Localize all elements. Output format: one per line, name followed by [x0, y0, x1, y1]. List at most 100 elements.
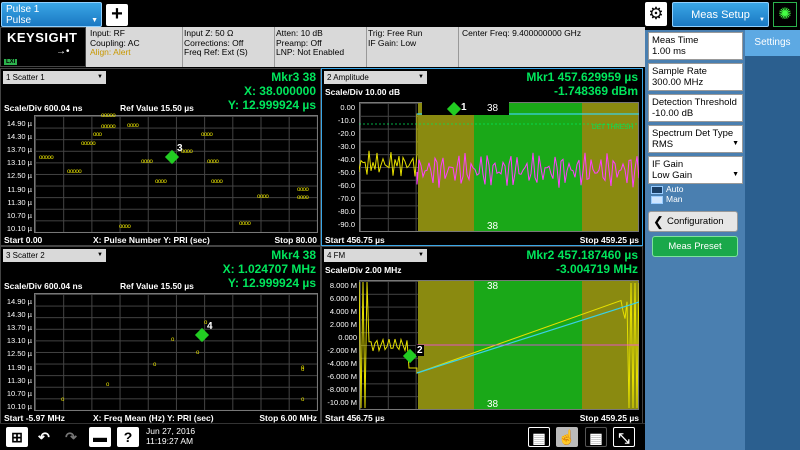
window-title[interactable]: 2 Amplitude ▼: [324, 71, 427, 84]
divider: [182, 27, 183, 67]
marker-y-readout: -3.004719 MHz: [555, 262, 638, 276]
y-tick-label: 14.90 µ: [6, 119, 32, 128]
y-tick-label: -70.0: [337, 194, 355, 203]
sample-rate-field[interactable]: Sample Rate 300.00 MHz: [648, 63, 743, 91]
scatter-point: oooo: [239, 221, 251, 227]
chevron-down-icon: ▼: [732, 171, 739, 178]
scatter-point: o: [106, 382, 109, 388]
keysight-logo: KEYSIGHT →• LXI: [0, 27, 86, 67]
if-gain-select[interactable]: IF Gain Low Gain ▼: [648, 156, 743, 184]
window-layout-icon[interactable]: ▦: [528, 427, 550, 447]
y-tick-label: 12.50 µ: [6, 349, 32, 359]
meas-preset-button[interactable]: Meas Preset: [652, 236, 738, 257]
amplitude-trace: [359, 113, 639, 188]
tab-sublabel: Pulse: [6, 15, 32, 26]
auto-indicator: [651, 186, 663, 194]
marker-x-readout: X: 1.024707 MHz: [222, 262, 316, 276]
time: 11:19:27 AM: [146, 436, 194, 446]
display-brightness-icon[interactable]: ✺: [773, 2, 797, 27]
detection-threshold-field[interactable]: Detection Threshold -10.00 dB: [648, 94, 743, 122]
info-col-4[interactable]: Trig: Free Run IF Gain: Low: [368, 28, 422, 48]
marker-readout: Mkr2 457.187460 µs: [526, 248, 638, 262]
info-if-gain: IF Gain: Low: [368, 37, 417, 48]
window-scatter-1[interactable]: 1 Scatter 1 ▼ Mkr3 38 X: 38.000000 Y: 12.…: [0, 68, 321, 246]
chevron-down-icon: ▼: [759, 17, 765, 23]
x-stop: Stop 459.25 µs: [579, 413, 639, 423]
tab-pulse-1[interactable]: Pulse 1 Pulse ▼: [1, 2, 102, 27]
x-start: Start 0.00: [4, 235, 43, 245]
tab-settings[interactable]: Settings: [745, 30, 800, 56]
multi-window-icon[interactable]: ▦: [585, 427, 607, 447]
chevron-left-icon: ❮: [653, 214, 664, 229]
pulse-number-label: 38: [487, 103, 499, 114]
divider: [274, 27, 275, 67]
y-tick-label: -10.0: [337, 116, 355, 125]
scatter-point: o: [196, 350, 199, 356]
param-label: Sample Rate: [652, 66, 707, 77]
y-tick-label: 11.30 µ: [7, 375, 32, 385]
y-tick-label: -4.000 M: [327, 359, 357, 368]
chevron-down-icon: ▼: [732, 140, 739, 147]
window-amplitude[interactable]: 2 Amplitude ▼ Mkr1 457.629959 µs -1.74836…: [321, 68, 643, 246]
y-tick-label: 11.90 µ: [7, 184, 32, 194]
y-tick-label: 13.10 µ: [6, 336, 32, 346]
windows-start-icon[interactable]: ⊞: [6, 427, 28, 447]
undo-icon[interactable]: ↶: [33, 427, 55, 447]
y-tick-label: -30.0: [337, 142, 355, 151]
y-tick-label: -80.0: [337, 207, 355, 216]
info-center-freq: Center Freq: 9.400000000 GHz: [462, 28, 582, 38]
param-label: Detection Threshold: [652, 97, 737, 108]
maximize-icon[interactable]: ⤡: [613, 427, 635, 447]
axes-label: X: Freq Mean (Hz) Y: PRI (sec): [93, 413, 214, 423]
configuration-button[interactable]: ❮ Configuration: [648, 211, 738, 232]
scale-div: Scale/Div 600.04 ns: [4, 103, 83, 113]
param-label: Spectrum Det Type: [652, 128, 734, 139]
scatter-point: ooooo: [39, 155, 54, 161]
pulse-number-label: 38: [487, 221, 499, 232]
info-col-5[interactable]: Center Freq: 9.400000000 GHz: [462, 28, 582, 39]
param-label: IF Gain: [652, 159, 684, 170]
touch-icon[interactable]: ☝: [556, 427, 578, 447]
y-tick-label: 14.30 µ: [6, 132, 32, 142]
scatter-point: o: [301, 367, 304, 373]
scatter-point: o: [153, 362, 156, 368]
window-title[interactable]: 4 FM ▼: [324, 249, 427, 262]
y-tick-label: 14.30 µ: [6, 310, 32, 320]
window-title[interactable]: 3 Scatter 2 ▼: [3, 249, 106, 262]
info-col-1[interactable]: Input: RF Coupling: AC Align: Alert: [90, 28, 140, 58]
input-arrow-icon: →•: [56, 46, 70, 57]
lxi-badge: LXI: [4, 59, 18, 65]
scale-div: Scale/Div 10.00 dB: [325, 87, 401, 97]
window-fm[interactable]: 4 FM ▼ Mkr2 457.187460 µs -3.004719 MHz S…: [321, 246, 643, 424]
info-col-2[interactable]: Input Z: 50 Ω Corrections: Off Freq Ref:…: [184, 28, 248, 58]
y-tick-label: 10.10 µ: [6, 401, 32, 411]
marker-label: 1: [461, 102, 467, 113]
meas-setup-menu[interactable]: Meas Setup ▼: [672, 2, 769, 27]
gear-icon[interactable]: ⚙: [645, 2, 667, 26]
redo-icon[interactable]: ↷: [60, 427, 82, 447]
marker-y-readout: Y: 12.999924 µs: [227, 276, 316, 290]
scatter-point: oooo: [141, 159, 153, 165]
y-tick-label: 13.70 µ: [6, 323, 32, 333]
spectrum-det-type-select[interactable]: Spectrum Det Type RMS ▼: [648, 125, 743, 153]
marker-y-readout: Y: 12.999924 µs: [227, 98, 316, 112]
y-tick-label: 4.000 M: [329, 307, 357, 316]
scatter-point: oooo: [155, 179, 167, 185]
meas-time-field[interactable]: Meas Time 1.00 ms: [648, 32, 743, 60]
info-col-3[interactable]: Atten: 10 dB Preamp: Off LNP: Not Enable…: [276, 28, 344, 58]
auto-man-toggle[interactable]: Auto Man: [648, 184, 743, 208]
marker-label: 4: [207, 321, 213, 332]
folder-icon[interactable]: ▬: [89, 427, 111, 447]
ref-value: Ref Value 15.50 µs: [120, 103, 194, 113]
param-value: 1.00 ms: [652, 46, 686, 57]
window-title[interactable]: 1 Scatter 1 ▼: [3, 71, 106, 84]
scatter-point: oooo: [211, 179, 223, 185]
window-scatter-2[interactable]: 3 Scatter 2 ▼ Mkr4 38 X: 1.024707 MHz Y: …: [0, 246, 321, 424]
help-icon[interactable]: ?: [117, 427, 139, 447]
marker-readout: Mkr4 38: [271, 248, 316, 262]
y-tick-label: -40.0: [337, 155, 355, 164]
x-start: Start -5.97 MHz: [4, 413, 65, 423]
date: Jun 27, 2016: [146, 426, 196, 436]
x-start: Start 456.75 µs: [325, 413, 385, 423]
add-screen-button[interactable]: +: [106, 4, 128, 26]
